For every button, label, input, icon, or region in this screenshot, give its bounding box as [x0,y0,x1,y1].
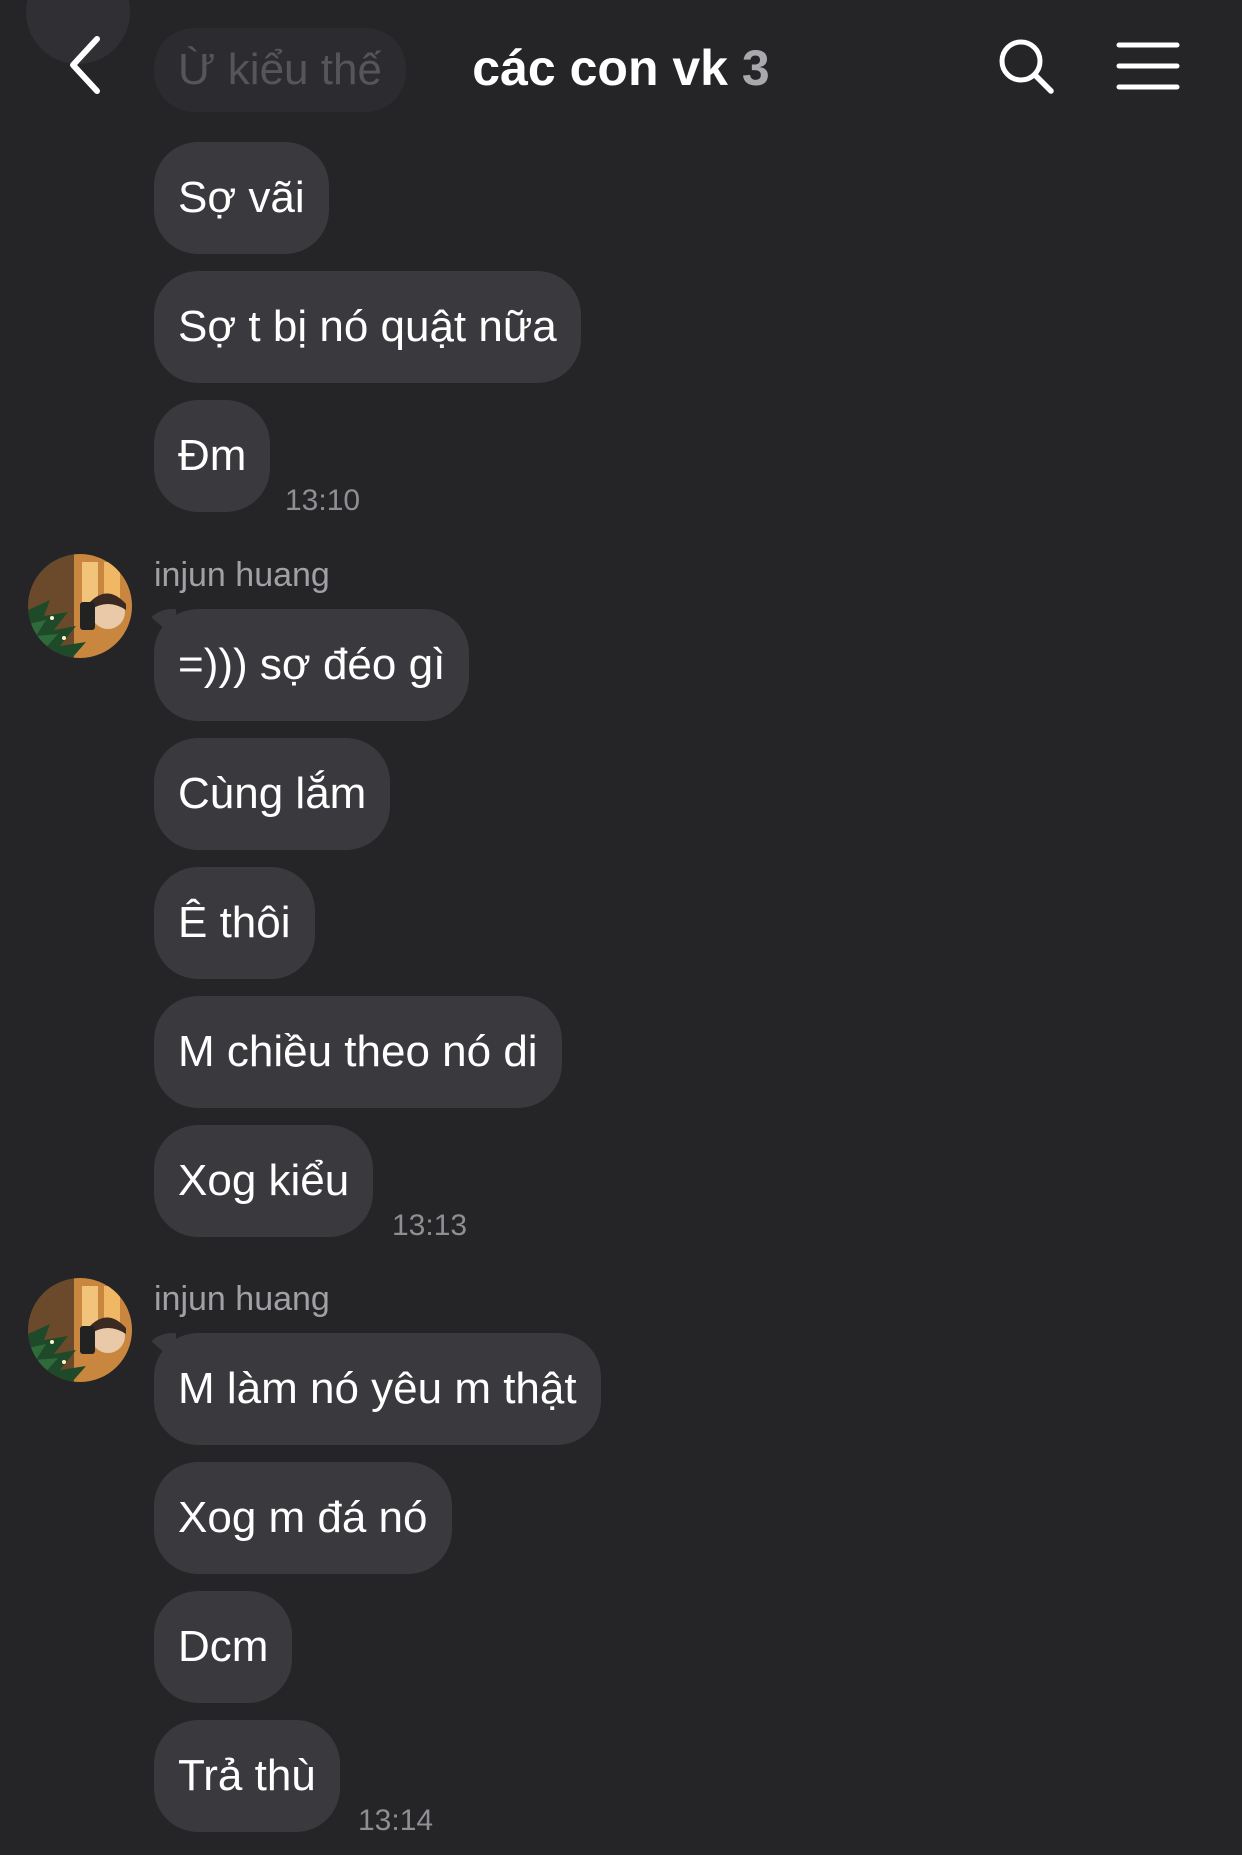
search-button[interactable] [990,30,1062,102]
message-timestamp: 13:10 [285,484,361,517]
message-bubble[interactable]: M chiều theo nó di [154,996,562,1108]
message-bubble[interactable]: Đm [154,400,271,512]
message-list[interactable]: Sợ vãi Sợ t bị nó quật nữa Đm 13:10 inju… [0,0,1242,1855]
avatar-photo [28,554,132,658]
avatar[interactable] [28,554,132,658]
menu-button[interactable] [1110,30,1186,102]
message-bubble[interactable]: Ê thôi [154,867,315,979]
member-count: 3 [741,40,770,96]
sender-name: injun huang [154,1280,330,1318]
message-bubble[interactable]: Xog kiểu [154,1125,374,1237]
message-bubble[interactable]: Sợ vãi [154,142,329,254]
avatar-photo [28,1278,132,1382]
avatar[interactable] [28,1278,132,1382]
message-bubble[interactable]: M làm nó yêu m thật [154,1333,601,1445]
chat-name: các con vk [472,40,728,96]
search-icon [999,39,1054,94]
menu-icon [1116,42,1180,90]
message-bubble[interactable]: Xog m đá nó [154,1462,452,1574]
message-bubble[interactable]: Sợ t bị nó quật nữa [154,271,581,383]
message-bubble[interactable]: Dcm [154,1591,293,1703]
sender-name: injun huang [154,556,330,594]
message-bubble[interactable]: =))) sợ đéo gì [154,609,470,721]
chat-header: Ừ kiểu thế các con vk 3 [0,0,1242,136]
message-bubble[interactable]: Trả thù [154,1720,340,1832]
message-timestamp: 13:13 [392,1209,468,1242]
message-bubble[interactable]: Cùng lắm [154,738,391,850]
message-timestamp: 13:14 [358,1804,434,1837]
